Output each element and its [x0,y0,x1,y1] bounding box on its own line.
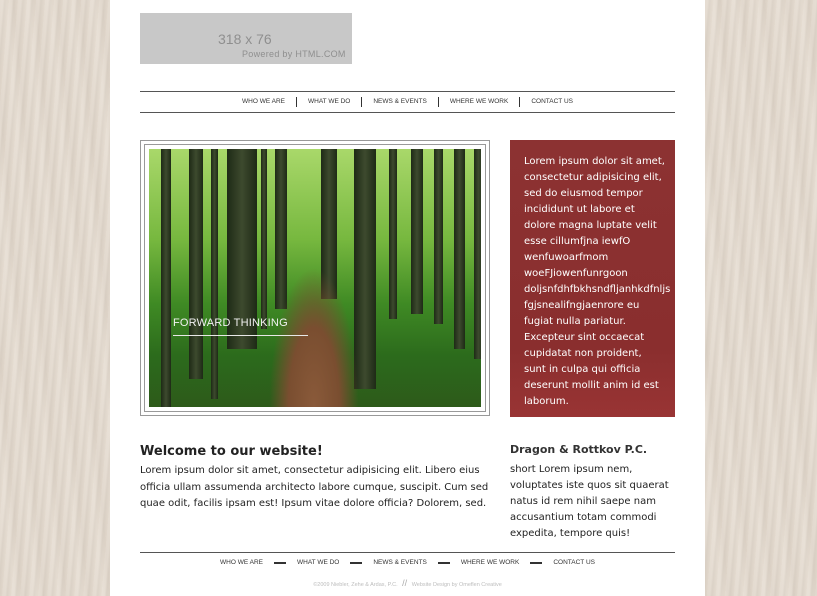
hero-caption: FORWARD THINKING [173,317,288,329]
logo-powered-by: Powered by HTML.COM [242,49,346,59]
footer-nav-where-we-work[interactable]: WHERE WE WORK [450,559,531,566]
nav-contact-us[interactable]: CONTACT US [520,97,584,107]
company-text: short Lorem ipsum nem, voluptates iste q… [510,464,669,539]
footer-nav-divider [273,561,286,564]
nav-who-we-are[interactable]: WHO WE ARE [231,97,296,107]
footer-nav-what-we-do[interactable]: WHAT WE DO [286,559,350,566]
highlight-panel-text: Lorem ipsum dolor sit amet, consectetur … [524,156,671,407]
nav-where-we-work[interactable]: WHERE WE WORK [439,97,520,107]
hero-frame: FORWARD THINKING [140,140,490,416]
footer-nav-divider [350,561,363,564]
welcome-text: Lorem ipsum dolor sit amet, consectetur … [140,465,489,509]
highlight-panel: Lorem ipsum dolor sit amet, consectetur … [510,140,675,417]
hero-caption-rule [173,335,308,336]
hero-inner-frame: FORWARD THINKING [144,144,486,412]
welcome-heading: Welcome to our website! [140,444,323,459]
forest-hero-image: FORWARD THINKING [149,149,481,407]
design-credit-link[interactable]: Website Design by Omeflen Creative [412,582,502,588]
footer-nav: WHO WE ARE WHAT WE DO NEWS & EVENTS WHER… [140,552,675,572]
company-heading: Dragon & Rottkov P.C. [510,443,648,456]
footer-nav-divider [437,561,450,564]
main-nav: WHO WE ARE WHAT WE DO NEWS & EVENTS WHER… [140,91,675,113]
copyright-text: ©2009 Niebler, Zehe & Ardas, P.C. [313,582,398,588]
footer-credits: ©2009 Niebler, Zehe & Ardas, P.C. // Web… [110,578,705,588]
nav-what-we-do[interactable]: WHAT WE DO [297,97,361,107]
footer-nav-divider [530,561,543,564]
footer-nav-who-we-are[interactable]: WHO WE ARE [209,559,274,566]
footer-nav-news-events[interactable]: NEWS & EVENTS [362,559,437,566]
footer-nav-contact-us[interactable]: CONTACT US [542,559,606,566]
page: 318 x 76 Powered by HTML.COM WHO WE ARE … [110,0,705,596]
forest-path [269,267,359,407]
nav-news-events[interactable]: NEWS & EVENTS [362,97,437,107]
credits-separator: // [402,578,408,588]
logo-dimensions: 318 x 76 [218,31,272,47]
logo-placeholder[interactable]: 318 x 76 Powered by HTML.COM [140,13,352,64]
